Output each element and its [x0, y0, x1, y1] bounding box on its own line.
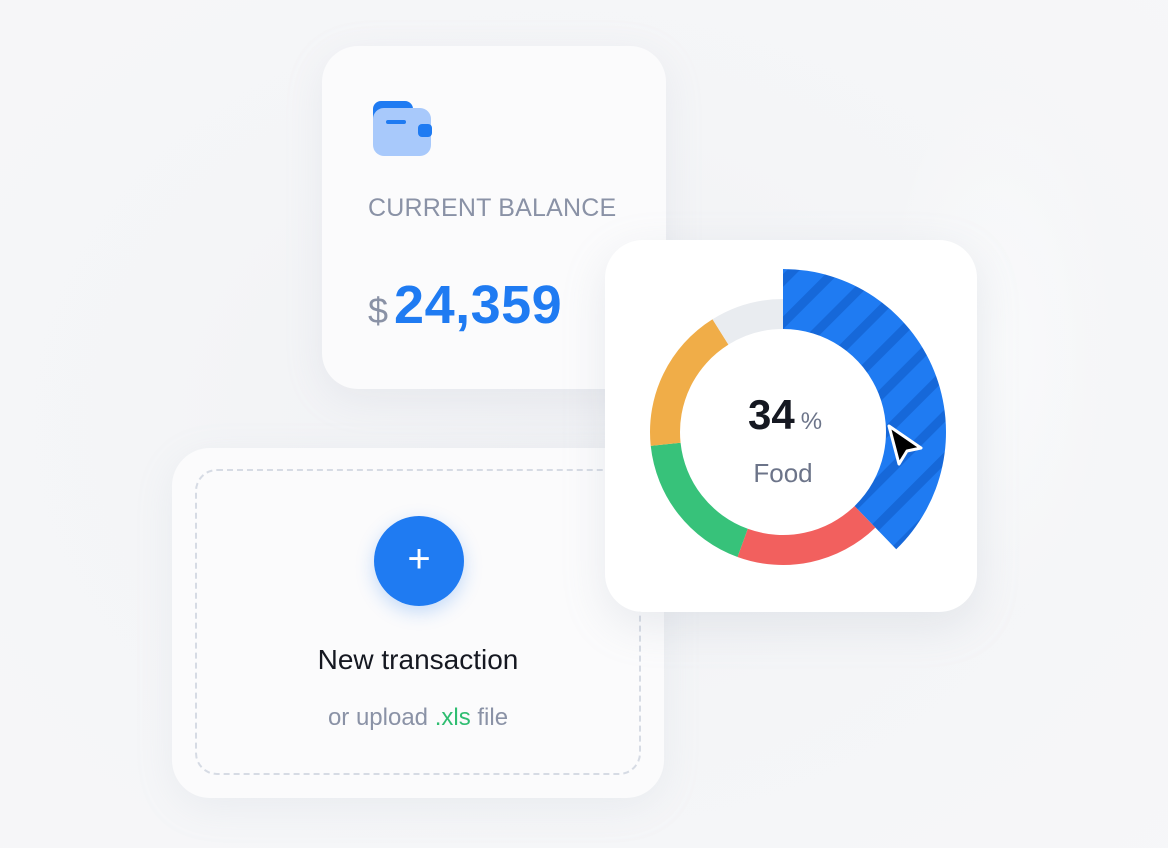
upload-xls-link[interactable]: .xls: [435, 704, 471, 731]
donut-segment[interactable]: [737, 506, 876, 565]
plus-icon: +: [407, 537, 431, 581]
cursor-arrow-icon: [887, 424, 923, 466]
stage: CURRENT BALANCE $24,359 + New transactio…: [0, 0, 1168, 848]
currency-symbol: $: [368, 290, 389, 331]
upload-hint: or upload .xls file: [172, 704, 664, 732]
balance-amount: $24,359: [368, 278, 562, 332]
donut-percent-sign: %: [800, 408, 823, 435]
new-transaction-title: New transaction: [317, 644, 519, 675]
wallet-icon: [373, 101, 432, 156]
add-transaction-button[interactable]: +: [374, 516, 464, 606]
upload-hint-prefix: or upload: [327, 704, 435, 731]
balance-value: 24,359: [394, 275, 563, 335]
balance-label: CURRENT BALANCE: [368, 194, 617, 222]
new-transaction-card[interactable]: + New transaction or upload .xls file: [172, 448, 664, 798]
upload-hint-suffix: file: [470, 704, 509, 731]
donut-percent-value: 34: [747, 391, 795, 438]
